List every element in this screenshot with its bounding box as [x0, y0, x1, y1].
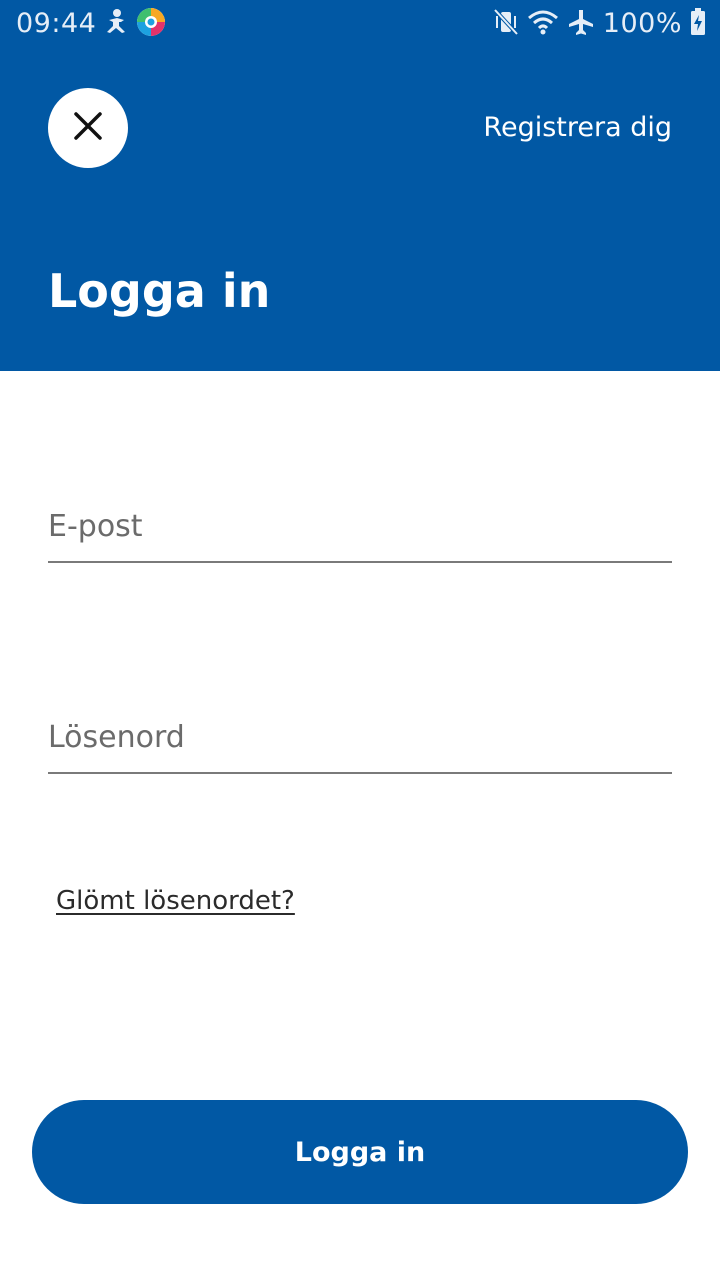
airplane-mode-icon: [567, 8, 595, 40]
vibrate-mute-icon: [493, 8, 519, 40]
email-field: [48, 491, 672, 563]
email-input[interactable]: [48, 491, 672, 561]
page-title: Logga in: [48, 264, 271, 318]
browser-app-icon: [136, 7, 166, 41]
status-time: 09:44: [16, 8, 97, 39]
close-icon: [73, 111, 103, 145]
wifi-icon: [527, 8, 559, 40]
password-field: [48, 702, 672, 774]
header: 09:44 100% Registrera dig Logga in: [0, 0, 720, 371]
battery-charging-icon: [690, 8, 706, 40]
close-button[interactable]: [48, 88, 128, 168]
battery-percentage: 100%: [602, 8, 682, 39]
login-button[interactable]: Logga in: [32, 1100, 688, 1204]
status-right: 100%: [493, 8, 706, 40]
register-link[interactable]: Registrera dig: [483, 108, 672, 148]
accessibility-icon: [104, 8, 128, 40]
status-left-icons: [104, 8, 166, 40]
password-input[interactable]: [48, 702, 672, 772]
status-bar: 09:44 100%: [0, 0, 720, 48]
forgot-password-link[interactable]: Glömt lösenordet?: [56, 882, 295, 920]
